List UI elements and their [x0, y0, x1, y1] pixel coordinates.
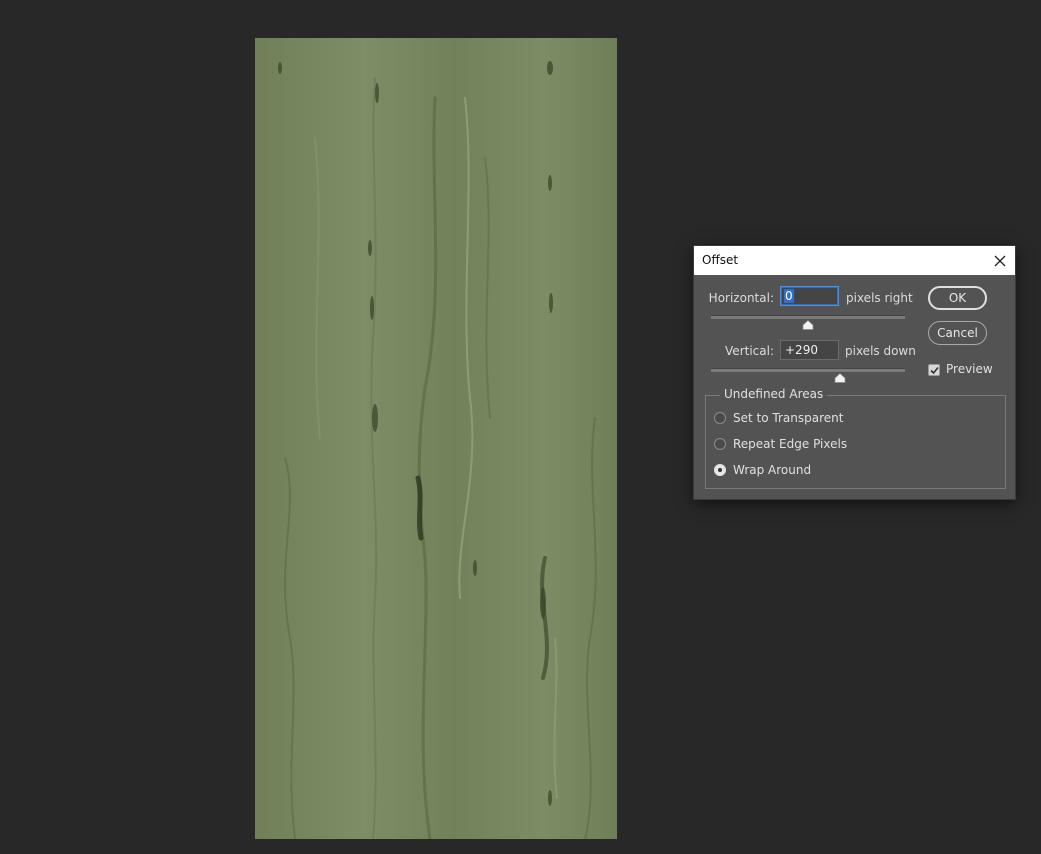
- checkmark-icon: [929, 366, 939, 374]
- texture-image: [255, 38, 617, 839]
- radio-button[interactable]: [714, 438, 726, 450]
- cancel-button[interactable]: Cancel: [928, 321, 987, 345]
- radio-wrap-around[interactable]: Wrap Around: [714, 463, 811, 477]
- vertical-label: Vertical:: [725, 344, 774, 358]
- vertical-slider[interactable]: [711, 368, 905, 372]
- preview-label[interactable]: Preview: [946, 362, 993, 376]
- undefined-areas-title: Undefined Areas: [720, 387, 828, 401]
- dialog-title: Offset: [702, 253, 739, 267]
- vertical-unit: pixels down: [845, 344, 916, 358]
- vertical-input[interactable]: +290: [780, 340, 839, 360]
- radio-label: Repeat Edge Pixels: [733, 437, 848, 451]
- radio-repeat-edge-pixels[interactable]: Repeat Edge Pixels: [714, 437, 847, 451]
- radio-set-to-transparent[interactable]: Set to Transparent: [714, 411, 843, 425]
- close-icon: [994, 255, 1006, 266]
- close-button[interactable]: [985, 246, 1015, 275]
- dialog-titlebar[interactable]: Offset: [694, 246, 1015, 275]
- horizontal-unit: pixels right: [846, 291, 913, 305]
- radio-button[interactable]: [714, 412, 726, 424]
- slider-thumb-icon[interactable]: [834, 373, 846, 383]
- horizontal-slider[interactable]: [711, 315, 905, 319]
- offset-dialog: Offset Horizontal: 0 pixels right Vertic…: [693, 245, 1016, 500]
- radio-button-selected[interactable]: [714, 464, 726, 476]
- radio-label: Wrap Around: [733, 463, 812, 477]
- horizontal-input-value: 0: [784, 289, 794, 303]
- ok-button[interactable]: OK: [928, 286, 987, 310]
- radio-label: Set to Transparent: [733, 411, 844, 425]
- document-canvas[interactable]: [255, 38, 617, 839]
- preview-checkbox[interactable]: [928, 364, 940, 376]
- slider-thumb-icon[interactable]: [802, 320, 814, 330]
- horizontal-label: Horizontal:: [708, 291, 774, 305]
- horizontal-input[interactable]: 0: [780, 286, 839, 306]
